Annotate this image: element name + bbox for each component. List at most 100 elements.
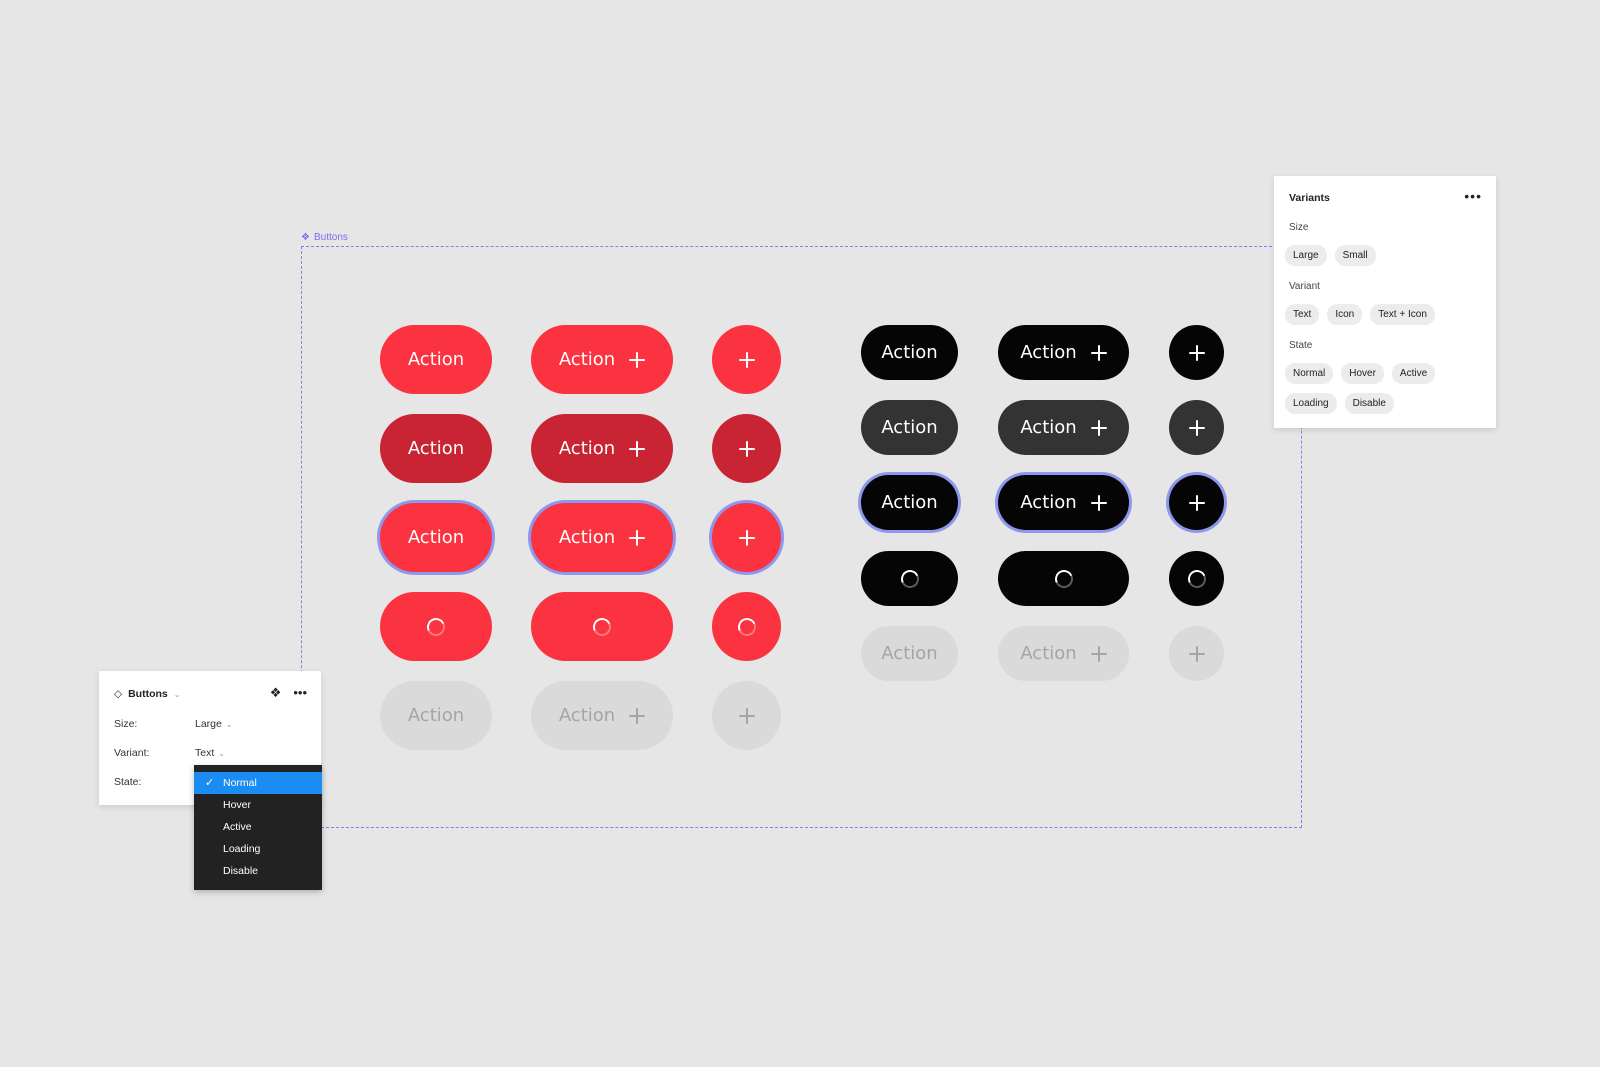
- chip-state-normal[interactable]: Normal: [1285, 363, 1334, 384]
- size-value: Large: [195, 718, 222, 730]
- plus-icon: [1090, 645, 1107, 662]
- button-label: Action: [1020, 643, 1077, 664]
- more-icon[interactable]: •••: [293, 685, 307, 701]
- black-text-button-hover[interactable]: Action: [861, 400, 958, 455]
- plus-icon: [738, 529, 755, 546]
- chevron-down-icon: ⌄: [218, 748, 225, 758]
- state-section-label: State: [1289, 340, 1313, 351]
- black-text-button-disabled: Action: [861, 626, 958, 681]
- variant-section-label: Variant: [1289, 281, 1320, 292]
- chip-variant-text[interactable]: Text: [1285, 304, 1320, 325]
- black-icon-button-loading[interactable]: [1169, 551, 1224, 606]
- button-label: Action: [1020, 342, 1077, 363]
- chip-state-active[interactable]: Active: [1391, 363, 1436, 384]
- black-icon-button-normal[interactable]: [1169, 325, 1224, 380]
- chip-state-disable[interactable]: Disable: [1344, 393, 1394, 414]
- menu-item-label: Disable: [223, 865, 259, 877]
- menu-item-label: Normal: [223, 777, 257, 789]
- menu-item-loading[interactable]: Loading: [194, 838, 322, 860]
- plus-icon: [738, 440, 755, 457]
- plus-icon: [1188, 419, 1205, 436]
- black-text-icon-button-normal[interactable]: Action: [998, 325, 1129, 380]
- red-text-icon-button-active[interactable]: Action: [531, 503, 673, 572]
- chip-state-loading[interactable]: Loading: [1285, 393, 1337, 414]
- button-label: Action: [558, 705, 616, 726]
- button-label: Action: [407, 705, 465, 726]
- button-label: Action: [881, 417, 938, 438]
- red-text-button-normal[interactable]: Action: [380, 325, 492, 394]
- black-text-icon-button-disabled: Action: [998, 626, 1129, 681]
- spinner-icon: [424, 614, 448, 639]
- plus-icon: [629, 529, 646, 546]
- button-label: Action: [407, 438, 465, 459]
- red-icon-button-hover[interactable]: [712, 414, 781, 483]
- black-text-button-loading[interactable]: [861, 551, 958, 606]
- plus-icon: [1188, 494, 1205, 511]
- menu-item-normal[interactable]: ✓ Normal: [194, 772, 322, 794]
- plus-icon: [738, 351, 755, 368]
- panel-header[interactable]: ◇ Buttons ⌄: [114, 688, 180, 700]
- red-icon-button-active[interactable]: [712, 503, 781, 572]
- state-dropdown-menu[interactable]: ✓ Normal Hover Active Loading Disable: [194, 765, 322, 890]
- chevron-down-icon: ⌄: [173, 689, 181, 699]
- frame-label[interactable]: ❖ Buttons: [301, 232, 348, 243]
- plus-icon: [1090, 419, 1107, 436]
- component-icon[interactable]: ❖: [270, 685, 282, 701]
- plus-icon: [1090, 494, 1107, 511]
- size-label: Size:: [114, 718, 138, 730]
- plus-icon: [629, 440, 646, 457]
- black-text-icon-button-hover[interactable]: Action: [998, 400, 1129, 455]
- spinner-icon: [897, 566, 922, 591]
- plus-icon: [1188, 344, 1205, 361]
- plus-icon: [738, 707, 755, 724]
- check-icon: ✓: [205, 777, 215, 789]
- chip-size-large[interactable]: Large: [1285, 245, 1327, 266]
- spinner-icon: [1184, 566, 1209, 591]
- state-label: State:: [114, 776, 142, 788]
- red-icon-button-loading[interactable]: [712, 592, 781, 661]
- black-icon-button-disabled: [1169, 626, 1224, 681]
- black-icon-button-active[interactable]: [1169, 475, 1224, 530]
- red-text-button-loading[interactable]: [380, 592, 492, 661]
- red-text-icon-button-disabled: Action: [531, 681, 673, 750]
- menu-item-active[interactable]: Active: [194, 816, 322, 838]
- spinner-icon: [734, 614, 759, 639]
- variant-dropdown[interactable]: Text ⌄: [195, 747, 225, 759]
- button-label: Action: [558, 527, 616, 548]
- black-text-icon-button-loading[interactable]: [998, 551, 1129, 606]
- red-icon-button-disabled: [712, 681, 781, 750]
- red-text-icon-button-hover[interactable]: Action: [531, 414, 673, 483]
- component-icon: ❖: [301, 231, 310, 243]
- menu-item-label: Active: [223, 821, 252, 833]
- black-text-button-active[interactable]: Action: [861, 475, 958, 530]
- button-label: Action: [558, 349, 616, 370]
- red-text-icon-button-normal[interactable]: Action: [531, 325, 673, 394]
- black-text-button-normal[interactable]: Action: [861, 325, 958, 380]
- menu-item-label: Loading: [223, 843, 261, 855]
- red-text-button-hover[interactable]: Action: [380, 414, 492, 483]
- black-text-icon-button-active[interactable]: Action: [998, 475, 1129, 530]
- plus-icon: [629, 707, 646, 724]
- variants-title: Variants: [1289, 192, 1330, 204]
- frame-label-text: Buttons: [313, 232, 348, 243]
- black-icon-button-hover[interactable]: [1169, 400, 1224, 455]
- button-label: Action: [407, 349, 465, 370]
- red-text-button-active[interactable]: Action: [380, 503, 492, 572]
- menu-item-disable[interactable]: Disable: [194, 860, 322, 882]
- red-icon-button-normal[interactable]: [712, 325, 781, 394]
- chip-variant-text-icon[interactable]: Text + Icon: [1370, 304, 1435, 325]
- button-label: Action: [881, 342, 938, 363]
- chip-size-small[interactable]: Small: [1334, 245, 1376, 266]
- button-label: Action: [881, 643, 938, 664]
- size-dropdown[interactable]: Large ⌄: [195, 718, 233, 730]
- chip-state-hover[interactable]: Hover: [1341, 363, 1384, 384]
- plus-icon: [1188, 645, 1205, 662]
- red-text-button-disabled: Action: [380, 681, 492, 750]
- spinner-icon: [590, 614, 614, 639]
- more-icon[interactable]: •••: [1464, 188, 1482, 204]
- chip-variant-icon[interactable]: Icon: [1327, 304, 1363, 325]
- panel-title: Buttons: [128, 688, 168, 700]
- menu-item-hover[interactable]: Hover: [194, 794, 322, 816]
- button-label: Action: [1020, 492, 1077, 513]
- red-text-icon-button-loading[interactable]: [531, 592, 673, 661]
